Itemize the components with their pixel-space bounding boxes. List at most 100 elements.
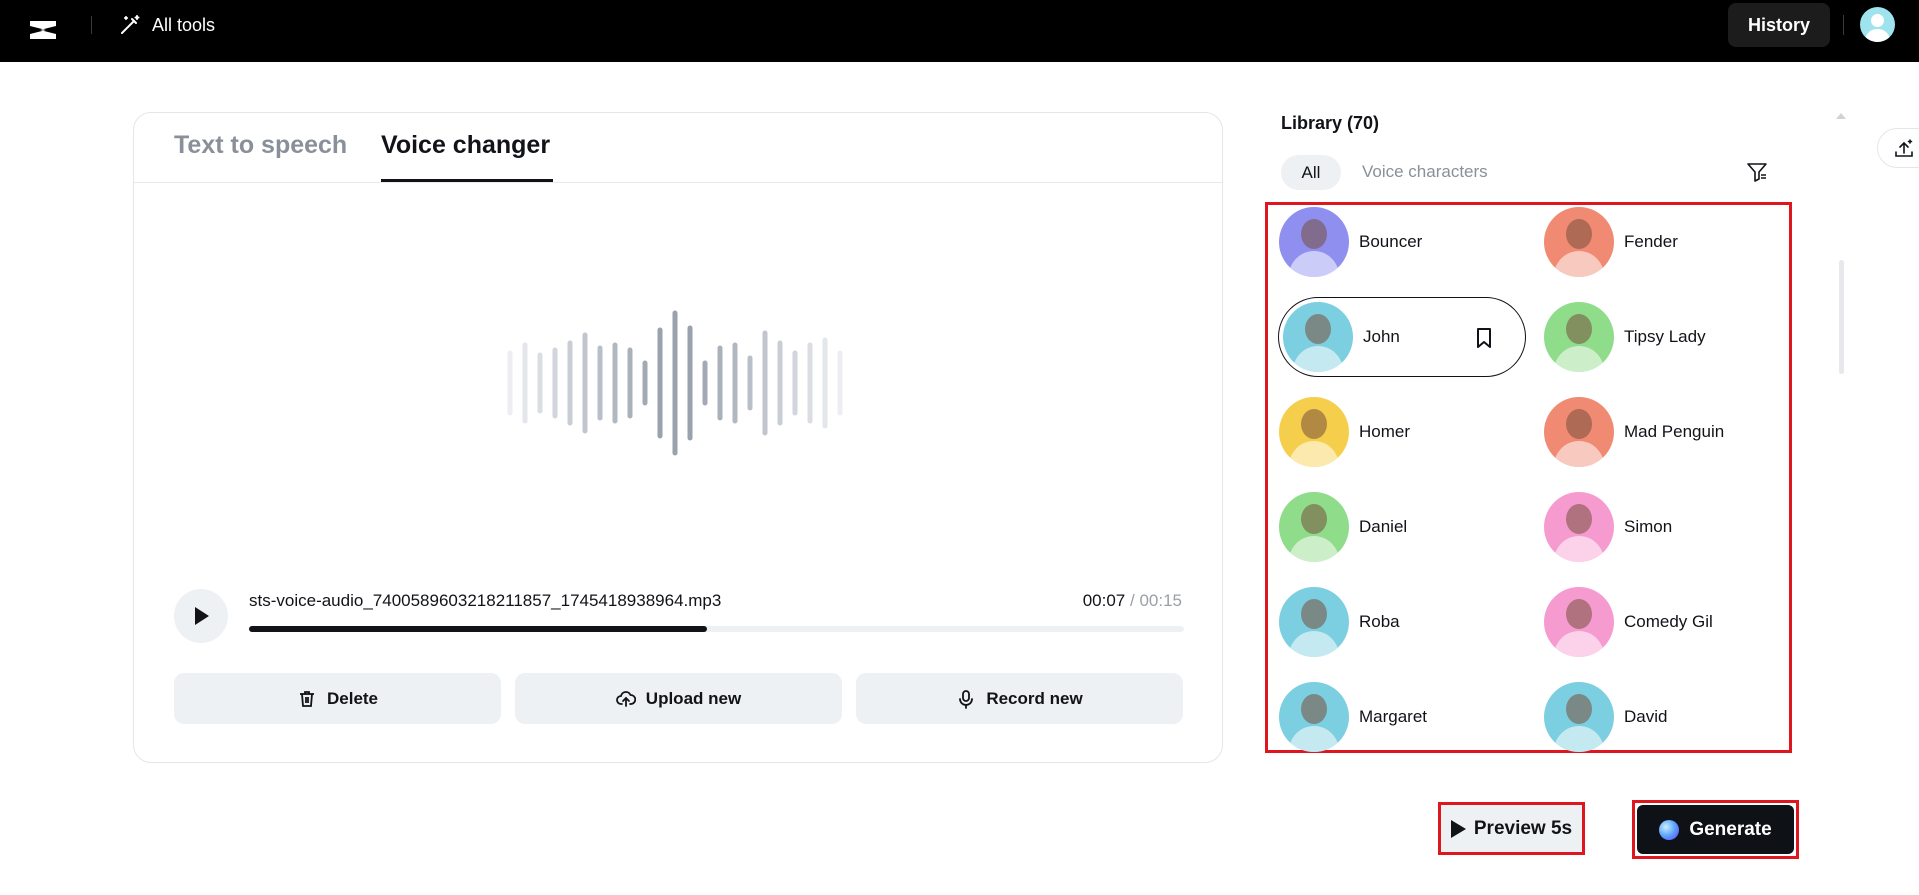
top-bar: All tools History [0,0,1919,62]
generate-label: Generate [1689,818,1772,840]
generate-button-inner: Generate [1637,805,1794,854]
tab-voice-changer[interactable]: Voice changer [381,131,550,160]
playback-progress-bar[interactable] [249,626,1184,632]
avatar-body [1289,536,1339,562]
avatar-head [1566,314,1592,344]
waveform-icon [507,310,843,456]
avatar-head [1301,219,1327,249]
avatar-body [1289,441,1339,467]
total-time: / 00:15 [1130,591,1182,610]
voice-name: Mad Penguin [1624,422,1725,441]
filter-voice-characters[interactable]: Voice characters [1362,162,1488,182]
magic-upload-icon [1895,139,1913,157]
cloud-upload-icon [615,690,636,707]
preview-5s-button[interactable]: Preview 5s [1438,802,1585,855]
avatar-body [1554,251,1604,277]
bookmark-icon[interactable] [1473,326,1495,350]
progress-fill [249,626,708,632]
tab-text-to-speech[interactable]: Text to speech [174,131,347,160]
avatar-body [1289,251,1339,277]
voice-item[interactable]: Bouncer [1265,202,1513,282]
voice-item[interactable]: Mad Penguin [1530,392,1778,472]
voice-name: David [1624,707,1668,726]
divider [1843,15,1844,35]
voice-avatar [1544,492,1614,562]
voice-avatar [1279,207,1349,277]
voice-avatar [1279,492,1349,562]
all-tools-button[interactable]: All tools [118,12,215,38]
avatar-head [1871,14,1884,27]
avatar-body [1289,726,1339,752]
filter-icon[interactable] [1745,160,1769,184]
ai-orb-icon [1659,819,1680,840]
voice-avatar [1544,587,1614,657]
voice-item[interactable]: Tipsy Lady [1530,297,1778,377]
voice-item[interactable]: Simon [1530,487,1778,567]
capcut-logo-icon[interactable] [26,13,60,47]
voice-item[interactable]: Margaret [1265,677,1513,757]
voice-avatar [1279,587,1349,657]
side-panel-tab[interactable] [1877,128,1919,168]
delete-button[interactable]: Delete [174,673,501,724]
library-scrollbar[interactable] [1839,260,1844,374]
tab-bar: Text to speech Voice changer [134,113,1222,183]
avatar-head [1301,694,1327,724]
avatar-body [1554,346,1604,372]
record-new-label: Record new [986,688,1083,708]
avatar-head [1566,219,1592,249]
avatar-body [1554,441,1604,467]
voice-name: Margaret [1359,707,1428,726]
voice-item[interactable]: Homer [1265,392,1513,472]
history-button[interactable]: History [1728,3,1830,47]
avatar-body [1289,631,1339,657]
current-time: 00:07 [1082,591,1126,610]
avatar-head [1566,694,1592,724]
play-button[interactable] [174,589,228,643]
preview-label: Preview 5s [1473,817,1573,839]
voice-name: Daniel [1359,517,1408,536]
record-new-button[interactable]: Record new [856,673,1183,724]
voice-item[interactable]: Roba [1265,582,1513,662]
voice-item[interactable]: David [1530,677,1778,757]
voice-item[interactable]: Fender [1530,202,1778,282]
avatar-head [1566,599,1592,629]
filter-all-button[interactable]: All [1281,155,1341,190]
voice-avatar [1283,302,1353,372]
voice-item[interactable]: John [1278,297,1526,377]
avatar-body [1554,631,1604,657]
voice-name: Tipsy Lady [1624,327,1706,346]
voice-name: Roba [1359,612,1400,631]
upload-new-button[interactable]: Upload new [515,673,842,724]
voice-name: John [1363,327,1400,346]
active-tab-indicator [381,179,553,182]
avatar-head [1301,409,1327,439]
voice-item[interactable]: Comedy Gil [1530,582,1778,662]
audio-filename: sts-voice-audio_7400589603218211857_1745… [249,591,722,610]
user-avatar[interactable] [1860,7,1895,42]
scroll-up-arrow[interactable] [1836,113,1846,119]
generate-button[interactable]: Generate [1632,800,1799,859]
play-icon [1450,819,1466,838]
voice-avatar [1544,682,1614,752]
avatar-head [1566,409,1592,439]
voice-avatar [1279,682,1349,752]
avatar-body [1293,346,1343,372]
voice-item[interactable]: Daniel [1265,487,1513,567]
delete-label: Delete [326,688,379,708]
voice-name: Simon [1624,517,1673,536]
library-title: Library (70) [1281,113,1380,133]
avatar-body [1865,29,1890,42]
upload-new-label: Upload new [645,688,742,708]
avatar-head [1301,504,1327,534]
voice-name: Bouncer [1359,232,1423,251]
voice-name: Homer [1359,422,1411,441]
avatar-head [1301,599,1327,629]
avatar-head [1566,504,1592,534]
playback-time: 00:07 / 00:15 [1083,591,1182,611]
voice-avatar [1544,302,1614,372]
avatar-body [1554,536,1604,562]
voice-name: Fender [1624,232,1678,251]
all-tools-label: All tools [152,14,216,35]
voice-name: Comedy Gil [1624,612,1713,631]
voice-library-grid: Bouncer Fender John Tipsy Lady Homer Mad Peng… [1265,202,1792,753]
